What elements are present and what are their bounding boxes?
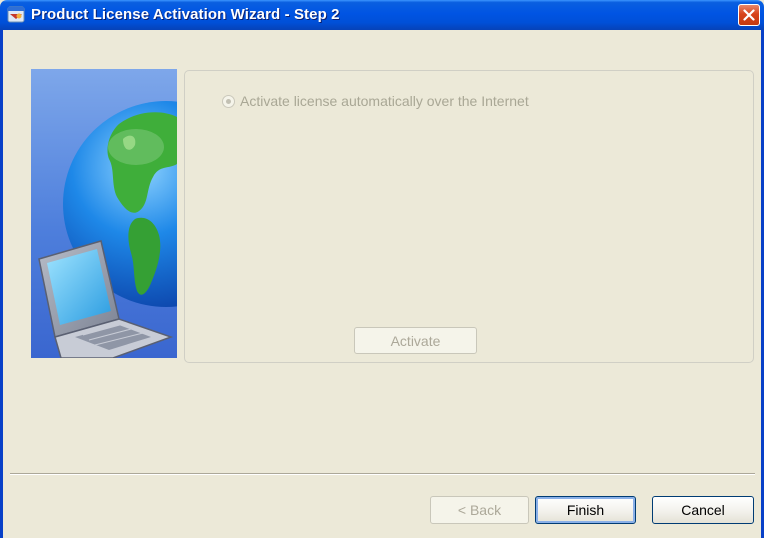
wizard-window: Product License Activation Wizard - Step… bbox=[0, 0, 764, 538]
globe-laptop-illustration bbox=[31, 69, 177, 358]
auto-activate-label: Activate license automatically over the … bbox=[240, 93, 529, 109]
auto-activate-radio[interactable] bbox=[222, 94, 235, 108]
activate-button[interactable]: Activate bbox=[354, 327, 477, 354]
cancel-button[interactable]: Cancel bbox=[652, 496, 754, 524]
window-frame-left bbox=[0, 30, 3, 538]
radio-selected-dot bbox=[226, 98, 231, 104]
back-button[interactable]: < Back bbox=[430, 496, 529, 524]
window-title: Product License Activation Wizard - Step… bbox=[31, 6, 340, 23]
activation-options-group bbox=[184, 70, 754, 363]
auto-activate-option[interactable]: Activate license automatically over the … bbox=[222, 92, 529, 110]
close-button[interactable] bbox=[738, 4, 760, 26]
footer-separator bbox=[10, 473, 755, 475]
title-bar[interactable]: Product License Activation Wizard - Step… bbox=[0, 0, 764, 30]
finish-button[interactable]: Finish bbox=[535, 496, 636, 524]
wizard-window-icon bbox=[7, 6, 25, 23]
close-icon bbox=[743, 9, 755, 21]
